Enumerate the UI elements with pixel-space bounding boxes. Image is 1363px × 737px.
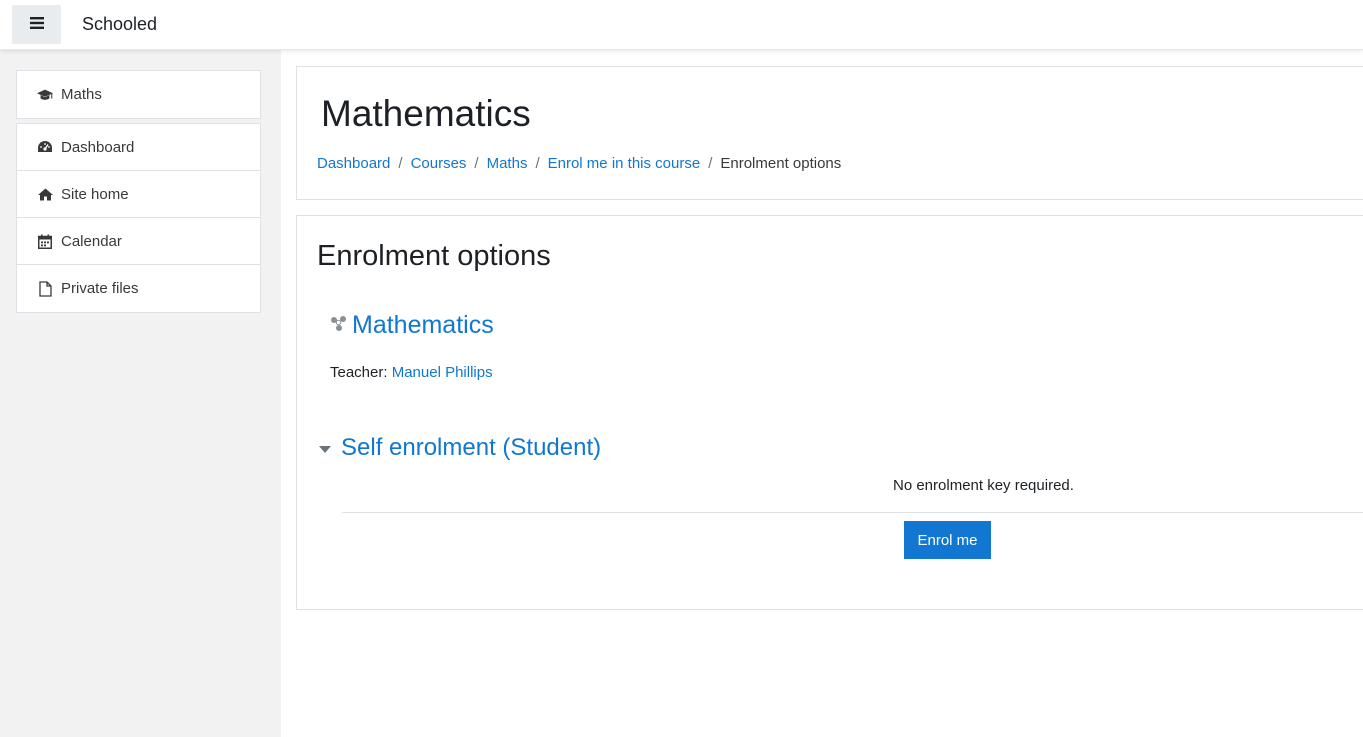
course-icon — [330, 315, 348, 337]
course-name-link[interactable]: Mathematics — [352, 311, 494, 340]
section-title: Enrolment options — [317, 240, 551, 272]
top-navbar: Schooled — [0, 0, 1363, 50]
breadcrumb-item-courses[interactable]: Courses — [411, 155, 467, 172]
enrol-me-button[interactable]: Enrol me — [904, 521, 991, 559]
sidebar-item-label: Private files — [61, 280, 139, 297]
home-icon — [37, 186, 53, 202]
breadcrumb-item-maths[interactable]: Maths — [487, 155, 528, 172]
sidebar-item-calendar[interactable]: Calendar — [17, 218, 260, 265]
sidebar-item-maths[interactable]: Maths — [17, 71, 260, 118]
self-enrolment-title[interactable]: Self enrolment (Student) — [341, 434, 601, 462]
nav-drawer: Maths Dashboard Site home Calendar Priva… — [0, 50, 281, 737]
site-name[interactable]: Schooled — [82, 14, 157, 35]
breadcrumb-separator: / — [398, 155, 403, 172]
sidebar-item-private-files[interactable]: Private files — [17, 265, 260, 312]
sidebar-item-dashboard[interactable]: Dashboard — [17, 124, 260, 171]
breadcrumb-separator: / — [535, 155, 540, 172]
breadcrumb-item-enrol-me[interactable]: Enrol me in this course — [548, 155, 701, 172]
graduation-cap-icon — [37, 87, 53, 103]
course-box: Mathematics — [330, 311, 494, 340]
caret-down-icon — [319, 445, 331, 453]
hamburger-icon — [29, 17, 44, 32]
sidebar-item-label: Calendar — [61, 232, 122, 250]
breadcrumb-item-current: Enrolment options — [720, 155, 842, 172]
sidebar-item-label: Maths — [61, 86, 102, 103]
teacher-link[interactable]: Manuel Phillips — [392, 364, 493, 381]
calendar-icon — [37, 233, 53, 249]
menu-toggle-button[interactable] — [12, 5, 61, 44]
divider — [342, 512, 1363, 513]
file-icon — [37, 280, 53, 297]
breadcrumb-item-dashboard[interactable]: Dashboard — [317, 155, 390, 172]
main-nav-group: Dashboard Site home Calendar Private fil… — [16, 123, 261, 313]
page-title: Mathematics — [321, 93, 531, 134]
breadcrumb-separator: / — [474, 155, 479, 172]
page-header: Mathematics Dashboard / Courses / Maths … — [296, 66, 1363, 200]
breadcrumb-separator: / — [708, 155, 713, 172]
sidebar-item-label: Dashboard — [61, 138, 135, 156]
dashboard-icon — [37, 139, 53, 155]
enrolment-key-note: No enrolment key required. — [893, 477, 1074, 494]
course-nav-group: Maths — [16, 70, 261, 119]
breadcrumb: Dashboard / Courses / Maths / Enrol me i… — [317, 155, 841, 172]
teacher-label: Teacher: — [330, 364, 388, 381]
sidebar-item-label: Site home — [61, 185, 129, 203]
sidebar-item-site-home[interactable]: Site home — [17, 171, 260, 218]
enrolment-options-region: Enrolment options Mathematics Teacher: M… — [296, 215, 1363, 610]
teacher-line: Teacher: Manuel Phillips — [330, 364, 493, 381]
self-enrolment-toggle[interactable]: Self enrolment (Student) — [319, 434, 601, 462]
